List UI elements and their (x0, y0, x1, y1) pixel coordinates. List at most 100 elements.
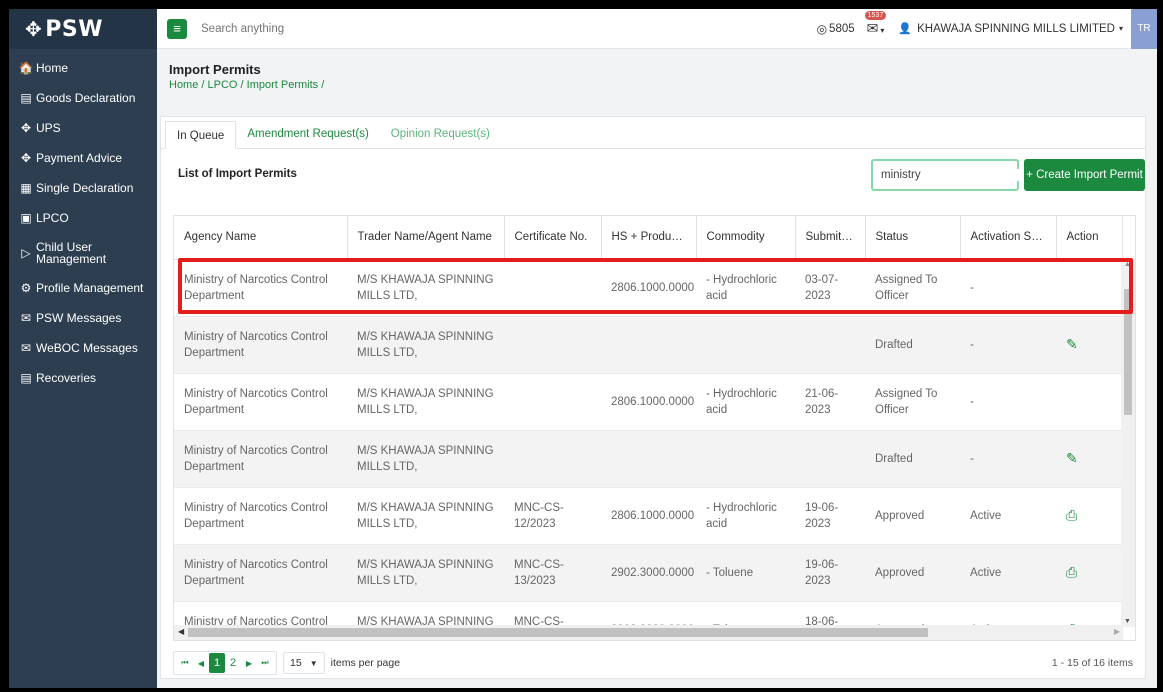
sidebar-item-single-declaration[interactable]: ▦ Single Declaration (9, 173, 157, 203)
print-icon[interactable]: ⎙ (1066, 564, 1077, 580)
cell-cert (504, 430, 601, 488)
scroll-down-icon[interactable]: ▼ (1124, 618, 1131, 625)
sidebar-item-lpco[interactable]: ▣ LPCO (9, 203, 157, 233)
sidebar-item-payment-advice[interactable]: ✥ Payment Advice (9, 143, 157, 173)
cell-agency: Ministry of Narcotics Control Department (174, 373, 347, 431)
table-row[interactable]: Ministry of Narcotics Control Department… (174, 373, 1122, 431)
next-page-icon[interactable]: ▶ (241, 653, 257, 673)
chevron-down-icon: ▾ (880, 26, 885, 35)
cell-cert (504, 316, 601, 374)
profile-management-icon: ⚙ (20, 281, 32, 295)
cell-status: Assigned To Officer (865, 373, 960, 431)
sidebar-item-weboc-messages[interactable]: ✉ WeBOC Messages (9, 333, 157, 363)
column-header[interactable]: Action (1056, 216, 1123, 260)
last-page-icon[interactable]: ⏭ (257, 653, 273, 673)
sidebar-item-label: Child User Management (36, 240, 107, 266)
sidebar-item-profile-management[interactable]: ⚙ Profile Management (9, 273, 157, 303)
logo-text: PSW (45, 16, 104, 42)
highlight-box (178, 258, 1133, 314)
sidebar-item-psw-messages[interactable]: ✉ PSW Messages (9, 303, 157, 333)
cell-cert (504, 373, 601, 431)
create-import-permit-button[interactable]: + Create Import Permit (1024, 159, 1145, 191)
coin-icon: ◎ (816, 21, 828, 36)
chevron-down-icon: ▼ (309, 658, 318, 668)
notifications-button[interactable]: 1537 ✉ ▾ (864, 11, 887, 37)
tab-in-queue[interactable]: In Queue (165, 121, 237, 149)
cell-agency: Ministry of Narcotics Control Department (174, 316, 347, 374)
column-header[interactable]: HS + Product Co... (601, 216, 697, 260)
sidebar-item-goods-declaration[interactable]: ▤ Goods Declaration (9, 83, 157, 113)
sidebar-nav: 🏠 Home ▤ Goods Declaration ✥ UPS ✥ Payment Advi… (9, 49, 157, 393)
sidebar-item-label: Recoveries (36, 371, 97, 385)
first-page-icon[interactable]: ⏮ (177, 653, 193, 673)
lpco-icon: ▣ (20, 211, 32, 225)
sidebar-item-label: Payment Advice (36, 151, 123, 165)
hamburger-icon: ≡ (173, 21, 181, 36)
pager: ⏮ ◀ 1 2 ▶ ⏭ 15 ▼ items per page 1 - 15 o… (173, 651, 1133, 675)
print-icon[interactable]: ⎙ (1066, 507, 1077, 523)
sidebar-item-ups[interactable]: ✥ UPS (9, 113, 157, 143)
column-header[interactable]: Certificate No. (504, 216, 602, 260)
edit-pencil-icon[interactable]: ✎ (1066, 336, 1078, 352)
cell-action: ✎ (1056, 430, 1122, 488)
sidebar-item-child-user-management[interactable]: ▷ Child User Management (9, 233, 157, 273)
cell-action: ⎙ (1056, 544, 1122, 602)
credit-counter[interactable]: ◎ 5805 (817, 22, 855, 36)
avatar[interactable]: TR (1131, 9, 1157, 49)
column-header[interactable]: Commodity (696, 216, 796, 260)
filter-input[interactable] (881, 169, 1035, 181)
page-2-button[interactable]: 2 (225, 653, 241, 673)
cell-commodity: - Toluene (696, 544, 795, 602)
column-header[interactable]: Submitted ... (795, 216, 866, 260)
scroll-right-icon[interactable]: ▶ (1114, 627, 1120, 636)
page-size-select[interactable]: 15 ▼ (283, 652, 325, 674)
scroll-left-icon[interactable]: ◀ (178, 627, 184, 636)
breadcrumb[interactable]: Home / LPCO / Import Permits / (169, 79, 1157, 91)
filter-search-box[interactable]: 🔍︎ (871, 159, 1050, 191)
edit-pencil-icon[interactable]: ✎ (1066, 450, 1078, 466)
table-row[interactable]: Ministry of Narcotics Control Department… (174, 316, 1122, 374)
column-header[interactable]: Status (865, 216, 961, 260)
menu-toggle-button[interactable]: ≡ (167, 18, 187, 39)
column-header[interactable]: Trader Name/Agent Name (347, 216, 505, 260)
vertical-scrollbar[interactable]: ▲ ▼ (1121, 259, 1135, 627)
tab-opinion-requests[interactable]: Opinion Request(s) (380, 120, 501, 148)
cell-activation: Active (960, 487, 1056, 545)
cell-action: ✎ (1056, 316, 1122, 374)
psw-logo[interactable]: ✥ PSW (9, 9, 157, 49)
cell-status: Drafted (865, 430, 960, 488)
page-1-button[interactable]: 1 (209, 653, 225, 673)
cell-agency: Ministry of Narcotics Control Department (174, 487, 347, 545)
sidebar-item-recoveries[interactable]: ▤ Recoveries (9, 363, 157, 393)
cell-agency: Ministry of Narcotics Control Department (174, 544, 347, 602)
prev-page-icon[interactable]: ◀ (193, 653, 209, 673)
cell-activation: - (960, 430, 1056, 488)
tab-amendment-requests[interactable]: Amendment Request(s) (236, 120, 379, 148)
table-row[interactable]: Ministry of Narcotics Control Department… (174, 430, 1122, 488)
cell-trader: M/S KHAWAJA SPINNING MILLS LTD, (347, 487, 504, 545)
hscrollbar-thumb[interactable] (188, 628, 928, 637)
page-size-label: items per page (330, 657, 401, 669)
chevron-down-icon: ▾ (1118, 24, 1123, 33)
permits-card: In Queue Amendment Request(s) Opinion Re… (160, 116, 1146, 679)
table-row[interactable]: Ministry of Narcotics Control Department… (174, 487, 1122, 545)
cell-hs: 2902.3000.0000 (601, 544, 696, 602)
table-row[interactable]: Ministry of Narcotics Control Department… (174, 544, 1122, 602)
search-input[interactable] (201, 22, 817, 35)
notification-badge: 1537 (864, 11, 887, 20)
topbar: ≡ ◎ 5805 1537 ✉▾ 👤 KHAWAJA SPINNING MILL… (157, 9, 1157, 49)
column-header[interactable]: Activation Status (960, 216, 1057, 260)
sidebar-item-home[interactable]: 🏠 Home (9, 53, 157, 83)
horizontal-scrollbar[interactable]: ◀ ▶ (174, 625, 1123, 640)
topbar-right: ◎ 5805 1537 ✉ ▾ 👤 KHAWAJA SPINNING MILLS … (817, 9, 1157, 49)
column-header[interactable]: Agency Name (174, 216, 348, 260)
single-declaration-icon: ▦ (20, 181, 32, 195)
cell-submitted (795, 430, 865, 488)
cell-cert: MNC-CS-13/2023 (504, 544, 601, 602)
cell-activation: Active (960, 544, 1056, 602)
ups-icon: ✥ (20, 121, 32, 135)
page-buttons: ⏮ ◀ 1 2 ▶ ⏭ (173, 651, 277, 675)
account-menu[interactable]: 👤 KHAWAJA SPINNING MILLS LIMITED ▾ (898, 22, 1123, 36)
cell-commodity (696, 430, 795, 488)
page-title: Import Permits (169, 62, 261, 77)
